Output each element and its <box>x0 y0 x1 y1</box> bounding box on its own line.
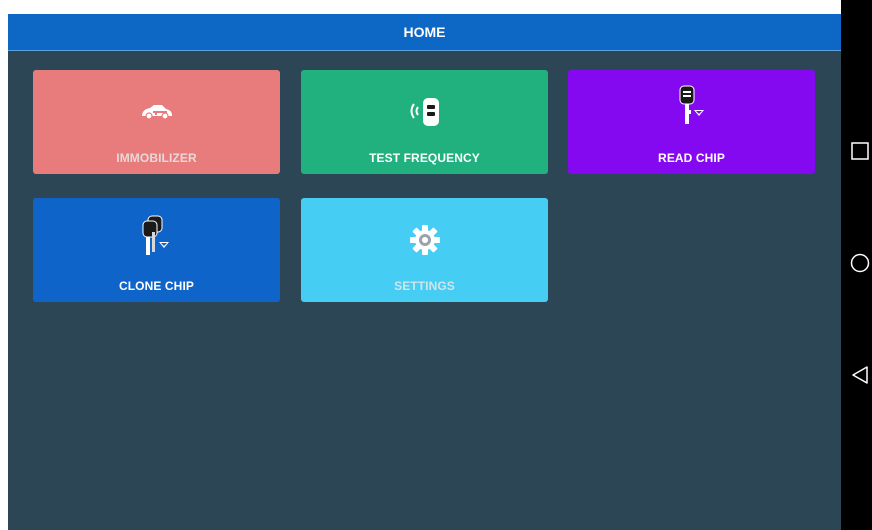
gear-icon <box>405 220 445 260</box>
tile-label-settings: SETTINGS <box>394 279 455 293</box>
header-title: HOME <box>403 24 446 40</box>
immobilizer-button[interactable]: IMMOBILIZER <box>33 70 280 174</box>
home-icon[interactable] <box>850 253 870 273</box>
chip-key-icon <box>672 82 712 132</box>
tile-label-immobilizer: IMMOBILIZER <box>116 151 197 165</box>
recent-apps-icon[interactable] <box>850 141 870 161</box>
test-frequency-button[interactable]: TEST FREQUENCY <box>301 70 548 174</box>
clone-chip-button[interactable]: CLONE CHIP <box>33 198 280 302</box>
back-icon[interactable] <box>850 365 870 385</box>
clone-keys-icon <box>137 212 177 262</box>
app-screen: HOME IMMOBILIZER TEST FREQUENCY READ CHI… <box>8 14 841 530</box>
tile-label-test-frequency: TEST FREQUENCY <box>369 151 480 165</box>
page-title: HOME <box>8 14 841 51</box>
settings-button[interactable]: SETTINGS <box>301 198 548 302</box>
car-key-icon <box>137 92 177 132</box>
read-chip-button[interactable]: READ CHIP <box>568 70 815 174</box>
key-fob-signal-icon <box>405 92 445 132</box>
android-navigation-bar <box>841 0 872 530</box>
tile-label-read-chip: READ CHIP <box>658 151 725 165</box>
tile-label-clone-chip: CLONE CHIP <box>118 279 194 293</box>
